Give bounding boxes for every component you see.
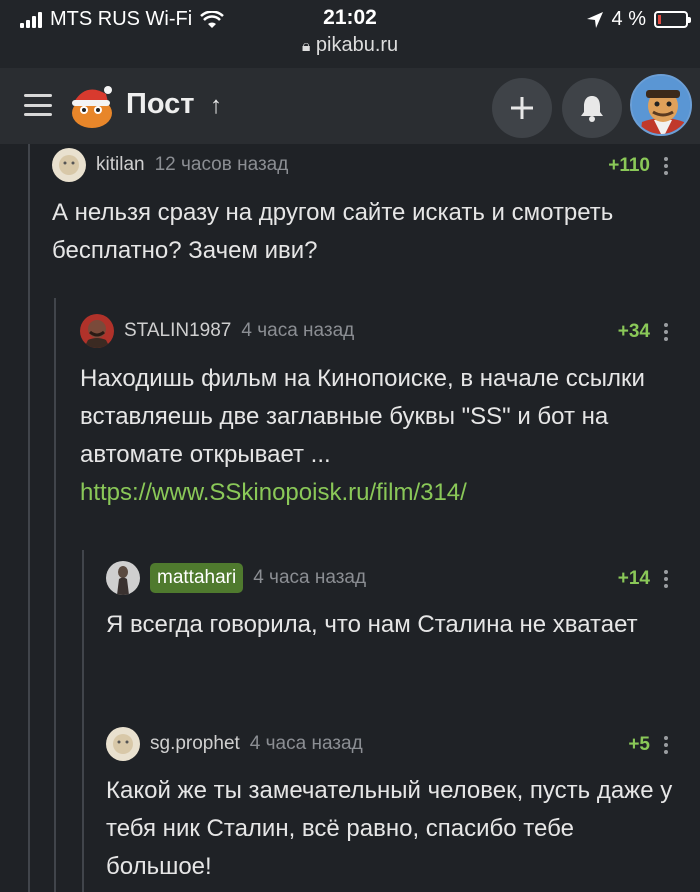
menu-icon[interactable]	[24, 94, 52, 116]
comment-header: kitilan 12 часов назад	[52, 148, 288, 182]
comment-author[interactable]: kitilan	[96, 154, 145, 176]
more-options-icon[interactable]	[664, 736, 668, 754]
comment-text: А нельзя сразу на другом сайте искать и …	[52, 199, 614, 264]
bell-icon	[581, 96, 603, 122]
comment-text: Какой же ты замечательный человек, пусть…	[106, 777, 673, 880]
comment-header: sg.prophet 4 часа назад	[106, 727, 363, 761]
add-post-button[interactable]	[492, 78, 552, 138]
comment-rating: +14	[617, 568, 650, 589]
avatar[interactable]	[52, 148, 86, 182]
url-bar[interactable]: 🔒︎ pikabu.ru	[0, 34, 700, 57]
comment-text: Я всегда говорила, что нам Сталина не хв…	[106, 611, 638, 638]
lock-icon: 🔒︎	[301, 38, 311, 55]
location-arrow-icon	[586, 11, 603, 28]
comment-rating: +5	[628, 734, 650, 755]
avatar[interactable]	[106, 561, 140, 595]
comment-rating: +110	[608, 155, 650, 176]
thread-line[interactable]	[28, 144, 30, 892]
avatar[interactable]	[80, 314, 114, 348]
avatar[interactable]	[106, 727, 140, 761]
comment-link[interactable]: https://www.SSkinopoisk.ru/film/314/	[80, 474, 680, 512]
thread-line[interactable]	[82, 550, 84, 892]
comment-time[interactable]: 4 часа назад	[250, 733, 363, 755]
page-title: Пост	[126, 88, 195, 120]
comment-time[interactable]: 12 часов назад	[155, 154, 289, 176]
battery-percent: 4 %	[611, 8, 646, 30]
comment-author[interactable]: sg.prophet	[150, 733, 240, 755]
top-navbar: Пост ↑	[0, 68, 700, 144]
plus-icon	[511, 97, 533, 119]
more-options-icon[interactable]	[664, 570, 668, 588]
comment-time[interactable]: 4 часа назад	[253, 567, 366, 589]
user-avatar[interactable]	[630, 74, 692, 136]
pikabu-logo[interactable]	[66, 80, 118, 132]
more-options-icon[interactable]	[664, 323, 668, 341]
thread-line[interactable]	[54, 298, 56, 892]
comment-rating: +34	[617, 321, 650, 342]
comment-author[interactable]: mattahari	[150, 563, 244, 593]
comment-author[interactable]: STALIN1987	[124, 320, 231, 342]
more-options-icon[interactable]	[664, 157, 668, 175]
comment-header: mattahari 4 часа назад	[106, 561, 366, 595]
battery-icon	[654, 11, 691, 28]
comment-text: Находишь фильм на Кинопоиске, в начале с…	[80, 360, 680, 512]
url-text: pikabu.ru	[315, 34, 399, 56]
scroll-up-icon[interactable]: ↑	[210, 92, 222, 120]
comment-time[interactable]: 4 часа назад	[241, 320, 354, 342]
status-bar: MTS RUS Wi-Fi 21:02 🔒︎ pikabu.ru 4 %	[0, 0, 700, 68]
notifications-button[interactable]	[562, 78, 622, 138]
comment-header: STALIN1987 4 часа назад	[80, 314, 354, 348]
